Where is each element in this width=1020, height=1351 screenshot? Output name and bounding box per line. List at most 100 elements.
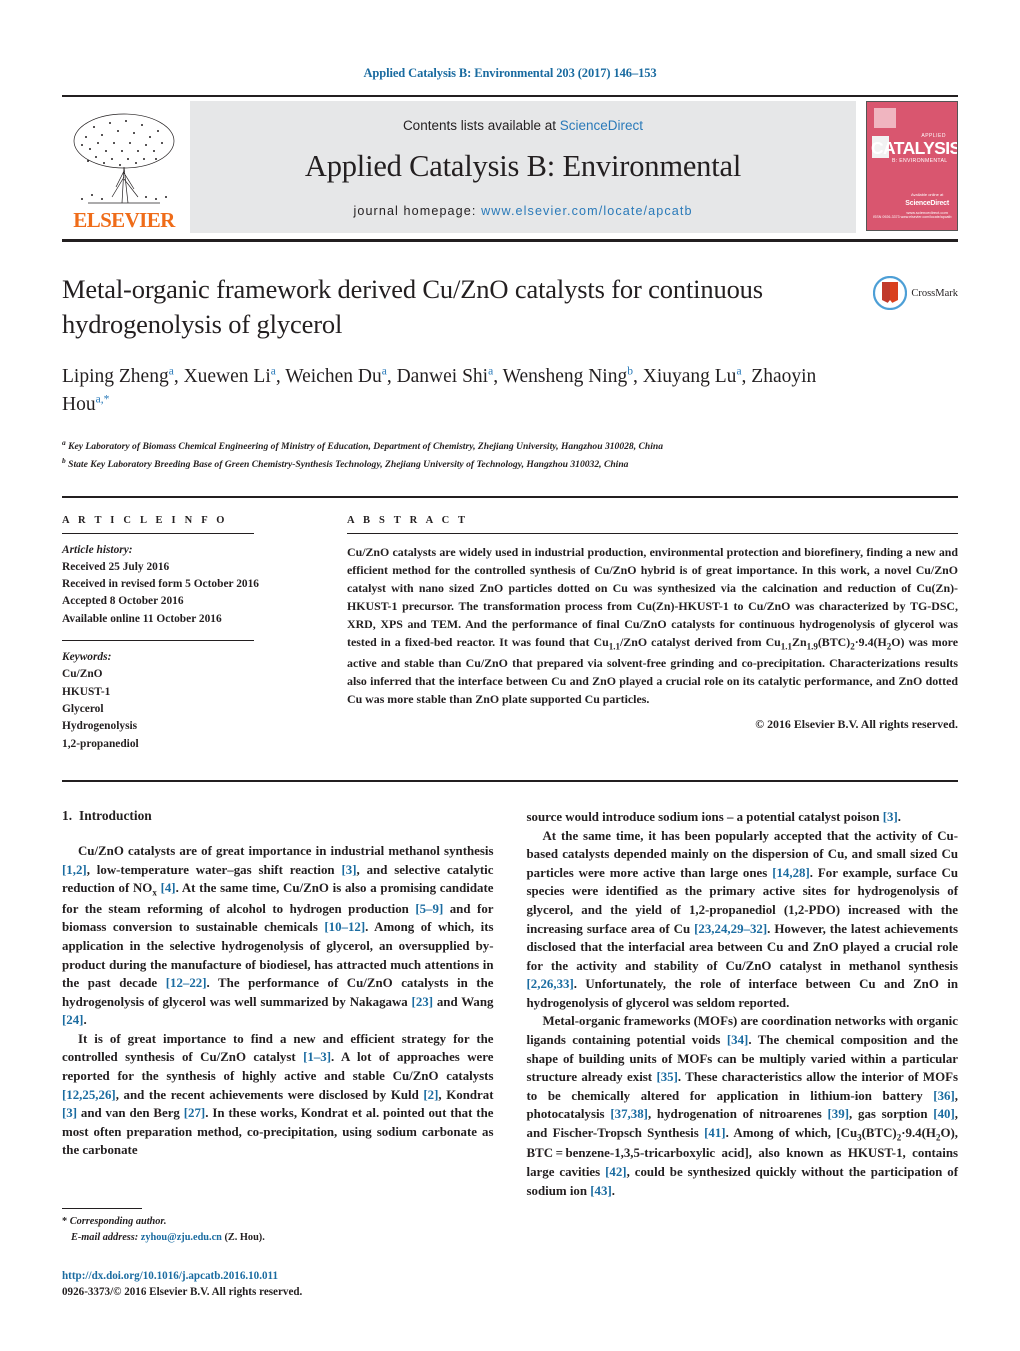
- affiliation-text: State Key Laboratory Breeding Base of Gr…: [68, 459, 629, 471]
- corresponding-author-note: * Corresponding author. E-mail address: …: [62, 1214, 502, 1245]
- info-rule-bottom: [62, 780, 958, 783]
- affiliation-item: a Key Laboratory of Biomass Chemical Eng…: [62, 437, 838, 455]
- crossmark-label: CrossMark: [911, 287, 958, 299]
- body-column-left: 1. Introduction Cu/ZnO catalysts are of g…: [62, 808, 494, 1200]
- journal-title: Applied Catalysis B: Environmental: [304, 149, 742, 183]
- author-affil-marker: a,*: [95, 393, 110, 406]
- footnote-area: * Corresponding author. E-mail address: …: [62, 1208, 502, 1301]
- abstract-text: Cu/ZnO catalysts are widely used in indu…: [347, 544, 958, 707]
- elsevier-logo: ELSEVIER: [62, 101, 186, 233]
- keyword-item: Glycerol: [62, 703, 104, 716]
- crossmark-icon: [873, 276, 908, 310]
- article-info-heading: A R T I C L E I N F O: [62, 514, 228, 526]
- keyword-item: Hydrogenolysis: [62, 720, 138, 733]
- keyword-item: Cu/ZnO: [62, 668, 103, 681]
- corresponding-text: Corresponding author.: [69, 1216, 167, 1228]
- intro-paragraph-4: At the same time, it has been popularly …: [526, 828, 959, 1010]
- contents-prefix: Contents lists available at: [402, 118, 560, 133]
- author-name: Xuewen Li: [183, 365, 271, 387]
- email-link[interactable]: zyhou@zju.edu.cn: [141, 1232, 222, 1243]
- article-history-label: Article history:: [62, 543, 133, 556]
- email-line: E-mail address: zyhou@zju.edu.cn (Z. Hou…: [62, 1230, 502, 1246]
- history-item: Received 25 July 2016: [62, 560, 170, 573]
- cover-elsevier-mark: [874, 108, 896, 128]
- masthead-center-panel: Contents lists available at ScienceDirec…: [190, 101, 856, 233]
- author-item[interactable]: Liping Zhenga: [62, 365, 174, 387]
- elsevier-wordmark: ELSEVIER: [73, 208, 175, 232]
- keywords-label: Keywords:: [62, 651, 112, 664]
- author-item[interactable]: Xuewen Lia: [183, 365, 276, 387]
- abstract-copyright: © 2016 Elsevier B.V. All rights reserved…: [755, 717, 958, 732]
- corresponding-author-line: * Corresponding author.: [62, 1214, 502, 1230]
- history-item: Received in revised form 5 October 2016: [62, 578, 259, 591]
- keywords-block: Keywords: Cu/ZnO HKUST-1 Glycerol Hydrog…: [62, 649, 327, 753]
- doi-block: http://dx.doi.org/10.1016/j.apcatb.2016.…: [62, 1268, 502, 1301]
- page-title: Metal-organic framework derived Cu/ZnO c…: [62, 274, 763, 339]
- body-columns: 1. Introduction Cu/ZnO catalysts are of g…: [62, 808, 958, 1200]
- author-item[interactable]: Danwei Shia: [396, 365, 494, 387]
- info-rule-top: [62, 495, 958, 498]
- author-item[interactable]: Wensheng Ningb: [502, 365, 633, 387]
- homepage-prefix: journal homepage:: [353, 204, 482, 218]
- author-affil-marker: a: [270, 365, 276, 378]
- homepage-url-link[interactable]: www.elsevier.com/locate/apcatb: [481, 204, 693, 218]
- history-item: Available online 11 October 2016: [62, 612, 222, 625]
- email-suffix: (Z. Hou).: [224, 1232, 265, 1244]
- email-label: E-mail address:: [71, 1232, 139, 1244]
- article-info-rule: [62, 532, 254, 534]
- abstract-rule: [347, 532, 958, 534]
- paper-page: Applied Catalysis B: Environmental 203 (…: [0, 0, 1020, 1351]
- history-item: Accepted 8 October 2016: [62, 595, 184, 608]
- author-affil-marker: b: [627, 365, 633, 378]
- author-name: Xiuyang Lu: [642, 365, 737, 387]
- cover-sciencedirect-logo: ScienceDirect: [905, 200, 949, 208]
- author-affil-marker: a: [736, 365, 742, 378]
- crossmark-badge[interactable]: CrossMark: [873, 276, 958, 310]
- author-affil-marker: a: [168, 365, 174, 378]
- keywords-rule: [62, 640, 254, 642]
- sciencedirect-link[interactable]: ScienceDirect: [560, 118, 643, 133]
- doi-link[interactable]: http://dx.doi.org/10.1016/j.apcatb.2016.…: [62, 1268, 502, 1285]
- contents-available-line: Contents lists available at ScienceDirec…: [403, 118, 643, 133]
- abstract-column: A B S T R A C T Cu/ZnO catalysts are wid…: [347, 515, 958, 754]
- author-name: Wensheng Ning: [502, 365, 628, 387]
- intro-paragraph-2: It is of great importance to find a new …: [62, 1031, 494, 1158]
- author-name: Liping Zheng: [62, 365, 169, 387]
- section-label: Introduction: [79, 808, 152, 824]
- affiliation-marker: b: [62, 456, 66, 466]
- cover-sciencedirect-url: www.sciencedirect.com: [906, 209, 948, 215]
- author-affil-marker: a: [381, 365, 387, 378]
- intro-paragraph-3: source would introduce sodium ions – a p…: [526, 810, 901, 825]
- author-item[interactable]: Weichen Dua: [285, 365, 387, 387]
- footnote-rule: [62, 1208, 142, 1210]
- keyword-item: HKUST-1: [62, 685, 111, 698]
- intro-paragraph-1: Cu/ZnO catalysts are of great importance…: [62, 844, 494, 1028]
- section-number: 1.: [62, 808, 73, 824]
- running-head: Applied Catalysis B: Environmental 203 (…: [363, 66, 657, 80]
- body-column-right: source would introduce sodium ions – a p…: [527, 808, 959, 1200]
- issn-copyright-line: 0926-3373/© 2016 Elsevier B.V. All right…: [62, 1286, 303, 1299]
- author-affil-marker: a: [488, 365, 494, 378]
- cover-main-label: CATALYSIS: [871, 138, 958, 158]
- section-title-introduction: 1. Introduction: [62, 808, 494, 824]
- cover-sub-label: B: ENVIRONMENTAL: [892, 158, 948, 164]
- masthead-rule-bottom: [62, 239, 958, 242]
- affiliation-list: a Key Laboratory of Biomass Chemical Eng…: [62, 437, 838, 473]
- journal-homepage-line: journal homepage: www.elsevier.com/locat…: [353, 204, 692, 218]
- title-block: Metal-organic framework derived Cu/ZnO c…: [62, 272, 958, 474]
- keyword-item: 1,2-propanediol: [62, 737, 139, 750]
- corresponding-marker: *: [62, 1216, 68, 1228]
- author-item[interactable]: Xiuyang Lua: [642, 365, 742, 387]
- info-abstract-area: A R T I C L E I N F O Article history: R…: [62, 515, 958, 754]
- article-history-block: Article history: Received 25 July 2016 R…: [62, 542, 327, 629]
- author-name: Weichen Du: [285, 365, 382, 387]
- author-name: Danwei Shi: [396, 365, 489, 387]
- cover-footer-right: Available online at ScienceDirect www.sc…: [905, 192, 949, 216]
- elsevier-tree-icon: [73, 113, 175, 204]
- affiliation-item: b State Key Laboratory Breeding Base of …: [62, 455, 838, 473]
- abstract-heading: A B S T R A C T: [347, 514, 469, 526]
- affiliation-marker: a: [62, 438, 66, 448]
- article-info-column: A R T I C L E I N F O Article history: R…: [62, 515, 347, 754]
- masthead-rule-top: [62, 95, 958, 97]
- intro-paragraph-5: Metal-organic frameworks (MOFs) are coor…: [526, 1014, 959, 1198]
